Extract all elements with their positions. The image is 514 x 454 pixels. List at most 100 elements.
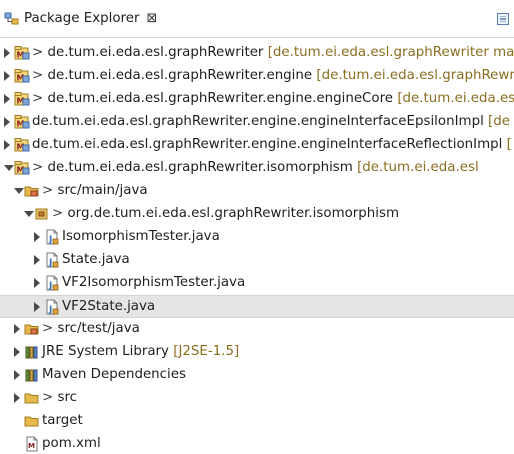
dirty-marker: >: [42, 390, 58, 405]
java-file-icon: J: [44, 299, 60, 315]
source-folder-icon: [24, 183, 40, 199]
dirty-marker: >: [42, 321, 58, 336]
tree-item-name: de.tum.ei.eda.esl.graphRewriter.engine: [47, 68, 313, 83]
tree-row[interactable]: M > de.tum.ei.eda.esl.graphRewriter.isomo…: [0, 157, 514, 180]
chevron-right-icon[interactable]: [4, 94, 10, 104]
tree-row[interactable]: Mde.tum.ei.eda.esl.graphRewriter.engine.…: [0, 134, 514, 157]
tree-row[interactable]: > org.de.tum.ei.eda.esl.graphRewriter.is…: [0, 203, 514, 226]
maven-project-icon: M: [14, 68, 30, 84]
close-icon[interactable]: ⊠: [147, 11, 158, 26]
view-header: Package Explorer ⊠: [0, 0, 514, 38]
package-explorer-icon: [4, 11, 19, 26]
chevron-right-icon[interactable]: [4, 140, 10, 150]
tree-row[interactable]: Mpom.xml: [0, 433, 514, 454]
tree-item-label: > src/test/java: [42, 320, 140, 338]
tree-row[interactable]: > src/main/java: [0, 180, 514, 203]
tree-item-name: de.tum.ei.eda.esl.graphRewriter.engine.e…: [32, 114, 484, 129]
tree-item-label: > de.tum.ei.eda.esl.graphRewriter.engine…: [32, 90, 514, 108]
tree-item-label: > src/main/java: [42, 182, 148, 200]
tree-item-label: VF2IsomorphismTester.java: [62, 274, 245, 292]
tree-item-label: JRE System Library [J2SE-1.5]: [42, 343, 239, 361]
tree-item-decoration: [de.tum.ei.eda.esl.graphRewriter ma: [263, 45, 514, 60]
svg-text:J: J: [48, 305, 52, 315]
tree-row[interactable]: J VF2IsomorphismTester.java: [0, 272, 514, 295]
tree-item-name: org.de.tum.ei.eda.esl.graphRewriter.isom…: [67, 206, 400, 221]
tree-item-name: de.tum.ei.eda.esl.graphRewriter.isomorph…: [47, 160, 353, 175]
maven-project-icon: M: [14, 45, 30, 61]
tree-item-label: > de.tum.ei.eda.esl.graphRewriter.isomor…: [32, 159, 479, 177]
dirty-marker: >: [32, 91, 48, 106]
folder-icon: [24, 413, 40, 429]
package-explorer-tab[interactable]: Package Explorer ⊠: [0, 0, 170, 37]
tree-item-name: src/test/java: [57, 321, 140, 336]
tree-row[interactable]: M > de.tum.ei.eda.esl.graphRewriter [de.t…: [0, 42, 514, 65]
chevron-down-icon[interactable]: [24, 211, 34, 217]
tree-item-name: src/main/java: [57, 183, 148, 198]
tree-item-label: State.java: [62, 251, 130, 269]
tree-item-decoration: [de.tum.ei.eda.esl.graphRewri: [312, 68, 514, 83]
tree-item-label: > de.tum.ei.eda.esl.graphRewriter [de.tu…: [32, 44, 514, 62]
folder-icon: [24, 390, 40, 406]
tree-item-label: > de.tum.ei.eda.esl.graphRewriter.engine…: [32, 67, 514, 85]
dirty-marker: >: [42, 183, 58, 198]
tree-row[interactable]: M > de.tum.ei.eda.esl.graphRewriter.engin…: [0, 88, 514, 111]
chevron-down-icon[interactable]: [4, 165, 14, 171]
maven-project-icon: M: [14, 114, 30, 130]
xml-file-icon: M: [24, 436, 40, 452]
chevron-right-icon[interactable]: [34, 278, 40, 288]
svg-text:J: J: [48, 235, 52, 245]
library-icon: [24, 344, 40, 360]
tree-item-label: target: [42, 412, 83, 430]
chevron-right-icon[interactable]: [14, 393, 20, 403]
tree-item-name: Maven Dependencies: [42, 367, 186, 382]
tree-row[interactable]: target: [0, 410, 514, 433]
tree-item-name: de.tum.ei.eda.esl.graphRewriter: [47, 45, 264, 60]
dirty-marker: >: [32, 68, 48, 83]
dirty-marker: >: [52, 206, 68, 221]
tree-row[interactable]: M > de.tum.ei.eda.esl.graphRewriter.engin…: [0, 65, 514, 88]
tree-item-decoration: [de.tum.ei.eda.esl: [352, 160, 479, 175]
tree-item-name: State.java: [62, 252, 130, 267]
tree-item-name: VF2IsomorphismTester.java: [62, 275, 246, 290]
svg-text:M: M: [28, 442, 35, 450]
tree-row[interactable]: > src: [0, 387, 514, 410]
tree-item-decoration: [J2SE-1.5]: [168, 344, 240, 359]
chevron-right-icon[interactable]: [4, 48, 10, 58]
tree-item-label: de.tum.ei.eda.esl.graphRewriter.engine.e…: [32, 136, 512, 154]
java-file-icon: J: [44, 252, 60, 268]
chevron-right-icon[interactable]: [34, 302, 40, 312]
dirty-marker: >: [32, 45, 48, 60]
tree-item-label: IsomorphismTester.java: [62, 228, 220, 246]
tree-row[interactable]: JRE System Library [J2SE-1.5]: [0, 341, 514, 364]
tree-row[interactable]: > src/test/java: [0, 318, 514, 341]
tree-item-name: src: [57, 390, 78, 405]
chevron-right-icon[interactable]: [4, 117, 10, 127]
chevron-right-icon[interactable]: [14, 347, 20, 357]
tree-item-decoration: [de.tum.ei.eda.esl: [393, 91, 514, 106]
tree-item-name: IsomorphismTester.java: [62, 229, 220, 244]
chevron-right-icon[interactable]: [4, 71, 10, 81]
tree-row[interactable]: J VF2State.java: [0, 295, 514, 318]
svg-text:J: J: [48, 281, 52, 291]
tree-item-decoration: [de: [483, 114, 511, 129]
java-file-icon: J: [44, 229, 60, 245]
tree-item-label: pom.xml: [42, 435, 101, 453]
tree-item-name: JRE System Library: [42, 344, 169, 359]
tree-item-label: Maven Dependencies: [42, 366, 186, 384]
package-tree: M > de.tum.ei.eda.esl.graphRewriter [de.t…: [0, 38, 514, 454]
dirty-marker: >: [32, 160, 48, 175]
chevron-right-icon[interactable]: [34, 232, 40, 242]
view-title: Package Explorer: [24, 11, 140, 26]
chevron-right-icon[interactable]: [14, 370, 20, 380]
chevron-down-icon[interactable]: [14, 188, 24, 194]
tree-row[interactable]: Maven Dependencies: [0, 364, 514, 387]
maven-project-icon: M: [14, 137, 30, 153]
tree-row[interactable]: Mde.tum.ei.eda.esl.graphRewriter.engine.…: [0, 111, 514, 134]
tree-row[interactable]: J IsomorphismTester.java: [0, 226, 514, 249]
chevron-right-icon[interactable]: [14, 324, 20, 334]
chevron-right-icon[interactable]: [34, 255, 40, 265]
java-file-icon: J: [44, 275, 60, 291]
tree-row[interactable]: J State.java: [0, 249, 514, 272]
collapse-all-icon[interactable]: [496, 12, 510, 26]
svg-text:J: J: [48, 258, 52, 268]
